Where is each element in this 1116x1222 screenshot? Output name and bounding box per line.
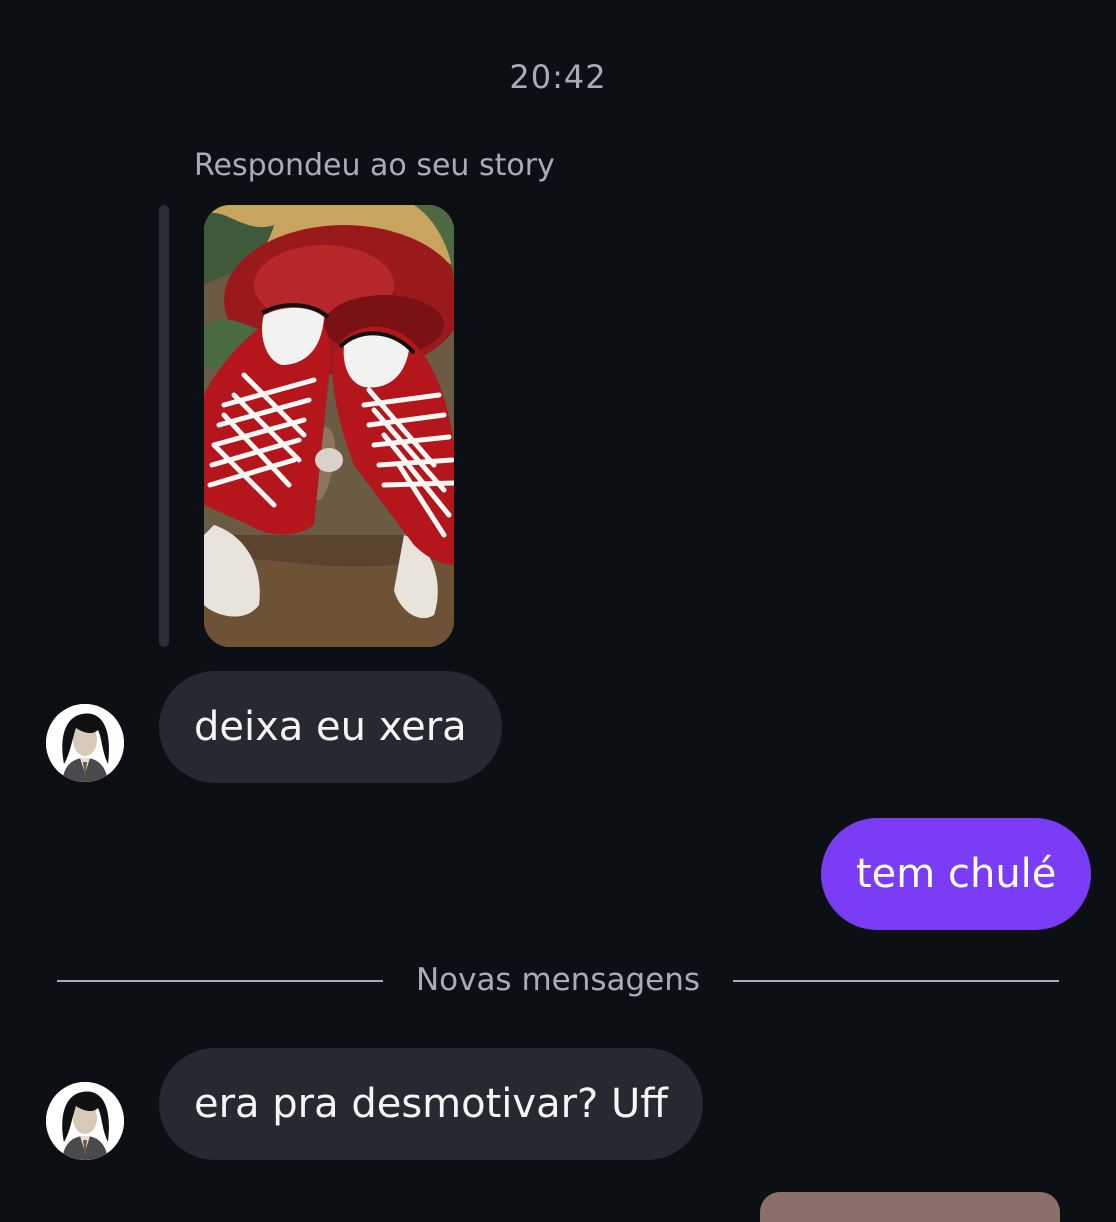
contact-avatar[interactable] [46,1082,124,1160]
message-bubble-incoming[interactable]: era pra desmotivar? Uff [159,1048,703,1160]
avatar-image [46,1082,124,1160]
story-image [204,205,454,647]
message-bubble-incoming[interactable]: deixa eu xera [159,671,502,783]
message-bubble-outgoing[interactable]: tem chulé [821,818,1092,930]
story-reply-label: Respondeu ao seu story [194,148,555,183]
story-thumbnail[interactable] [204,205,454,647]
avatar-image [46,704,124,782]
partial-media-message[interactable] [760,1192,1060,1222]
reply-indicator-bar [159,205,169,647]
new-messages-divider-left [57,980,383,982]
message-timestamp: 20:42 [509,58,607,96]
new-messages-divider-label: Novas mensagens [415,962,701,998]
new-messages-divider-right [733,980,1059,982]
contact-avatar[interactable] [46,704,124,782]
